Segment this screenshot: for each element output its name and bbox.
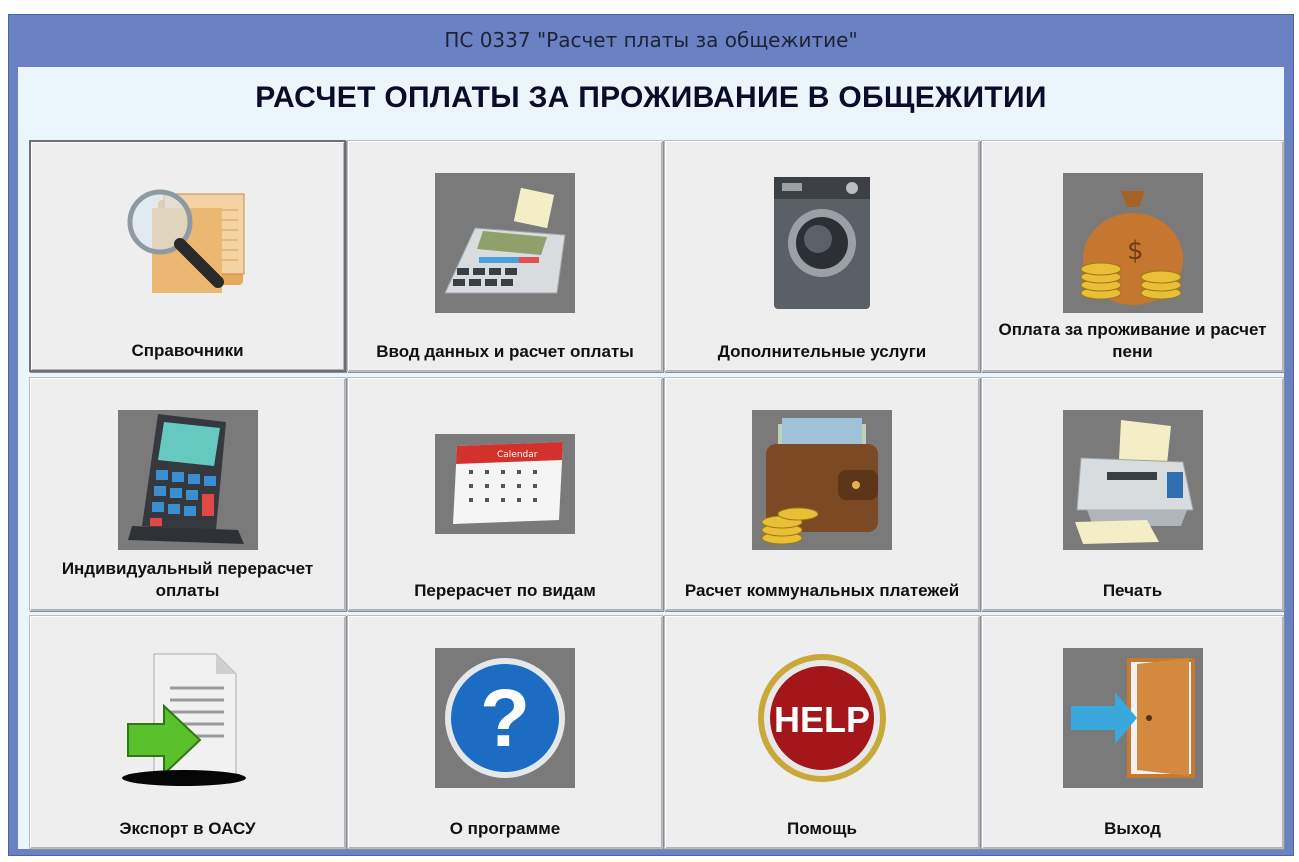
tile-export-button[interactable]: Экспорт в ОАСУ (29, 615, 346, 849)
tile-additional-services-button[interactable]: Дополнительные услуги (664, 140, 980, 372)
tile-payment-penalty-button[interactable]: $ Оплата за проживание и расчет пени (981, 140, 1284, 372)
exit-door-icon (1062, 648, 1203, 788)
folder-magnifier-icon (118, 170, 258, 310)
tile-utility-payments-button[interactable]: Расчет коммунальных платежей (664, 377, 980, 611)
tile-help-button[interactable]: HELP Помощь (664, 615, 980, 849)
tile-label: Расчет коммунальных платежей (684, 581, 960, 600)
tile-data-entry-button[interactable]: Ввод данных и расчет оплаты (347, 140, 663, 372)
tile-label: Помощь (787, 819, 857, 838)
calculator-icon (117, 410, 258, 550)
tile-exit-button[interactable]: Выход (981, 615, 1284, 849)
tile-label: Дополнительные услуги (717, 342, 927, 361)
calendar-icon: Calendar (435, 434, 575, 534)
tile-label: Ввод данных и расчет оплаты (376, 342, 634, 361)
tile-directories-button[interactable]: Справочники (29, 140, 346, 372)
cash-register-icon (435, 173, 575, 313)
main-panel: РАСЧЕТ ОПЛАТЫ ЗА ПРОЖИВАНИЕ В ОБЩЕЖИТИИ (18, 67, 1284, 849)
window-title: ПС 0337 "Расчет платы за общежитие" (444, 28, 858, 52)
tile-label: О программе (449, 819, 561, 838)
tile-print-button[interactable]: Печать (981, 377, 1284, 611)
page-title: РАСЧЕТ ОПЛАТЫ ЗА ПРОЖИВАНИЕ В ОБЩЕЖИТИИ (255, 81, 1047, 114)
tile-label: Оплата за проживание и расчет пени (998, 320, 1267, 361)
question-icon: ? (435, 648, 575, 788)
tile-about-button[interactable]: ? О программе (347, 615, 663, 849)
svg-text:Calendar: Calendar (497, 450, 538, 460)
money-bag-icon: $ (1062, 173, 1203, 313)
svg-text:HELP: HELP (774, 699, 870, 740)
svg-text:?: ? (480, 673, 530, 764)
tile-individual-recalc-button[interactable]: Индивидуальный перерасчет оплаты (29, 377, 346, 611)
tile-label: Экспорт в ОАСУ (119, 819, 256, 838)
svg-text:$: $ (1127, 236, 1144, 266)
tile-label: Индивидуальный перерасчет оплаты (61, 559, 314, 600)
tile-recalc-by-type-button[interactable]: Calendar Перерасчет по видам (347, 377, 663, 611)
washing-machine-icon (752, 173, 892, 313)
tile-label: Перерасчет по видам (414, 581, 596, 600)
tile-label: Выход (1104, 819, 1161, 838)
tile-label: Справочники (131, 341, 244, 360)
help-icon: HELP (752, 648, 892, 788)
app-window: ПС 0337 "Расчет платы за общежитие" РАСЧ… (8, 14, 1294, 856)
export-document-icon (118, 648, 258, 788)
wallet-icon (752, 410, 892, 550)
printer-icon (1062, 410, 1203, 550)
tile-label: Печать (1102, 581, 1163, 600)
